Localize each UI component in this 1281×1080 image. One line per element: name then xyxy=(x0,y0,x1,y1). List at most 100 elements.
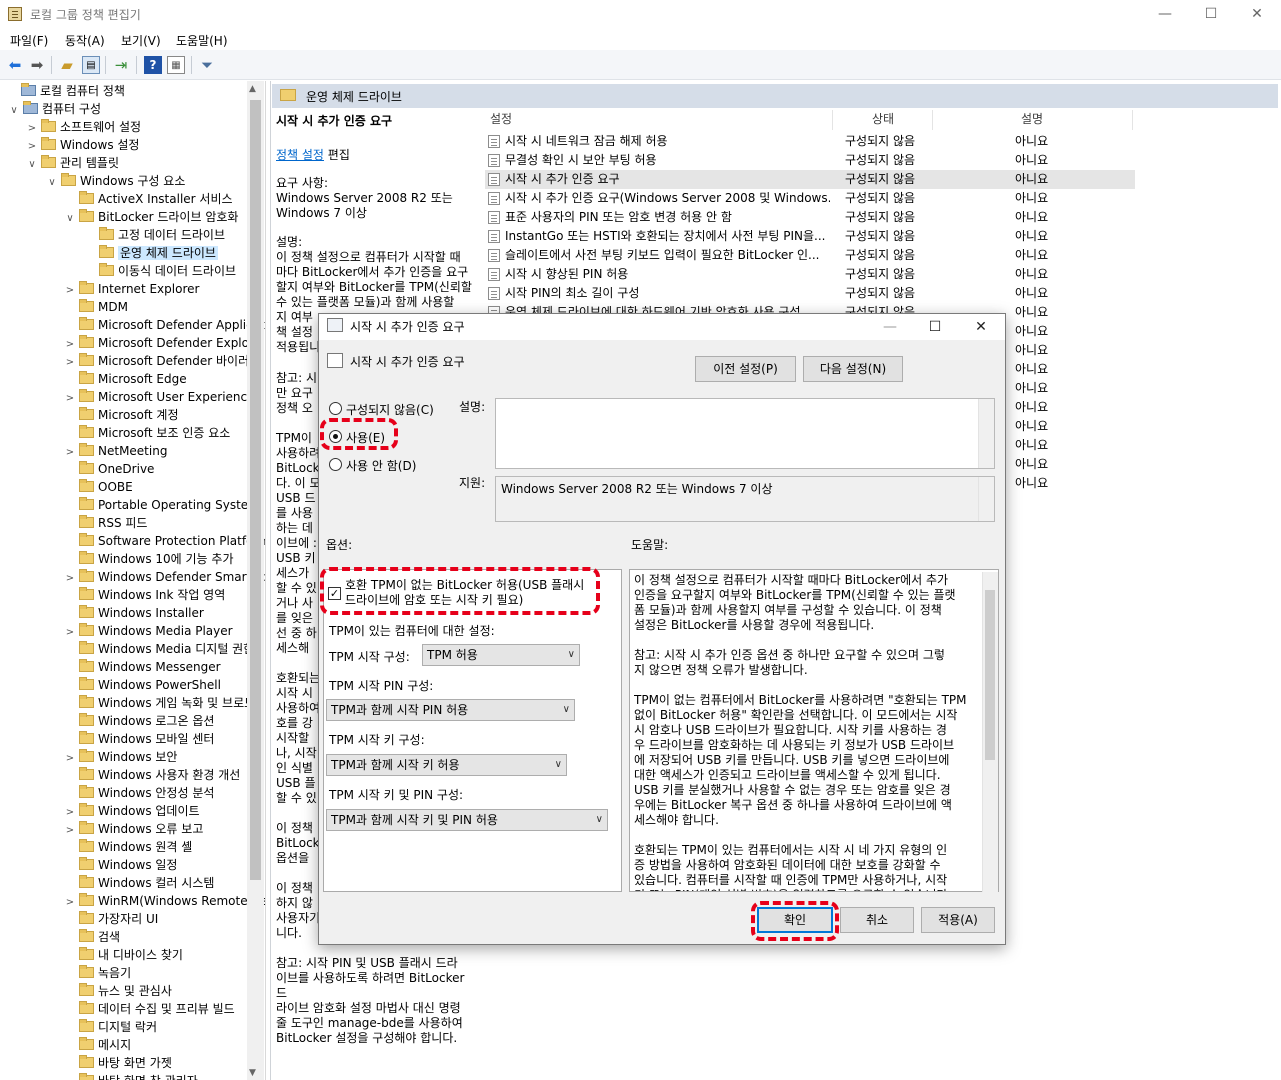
comment-field[interactable] xyxy=(495,398,995,469)
menu-action[interactable]: 동작(A) xyxy=(65,32,105,49)
tpm-pin-dropdown[interactable]: TPM과 함께 시작 PIN 허용 ∨ xyxy=(326,699,575,721)
tree-node[interactable]: 데이터 수집 및 프리뷰 빌드 xyxy=(64,1000,235,1018)
tree-node[interactable]: 고정 데이터 드라이브 xyxy=(84,226,225,244)
tree-node[interactable]: Windows Messenger xyxy=(64,658,221,676)
tree-node[interactable]: RSS 피드 xyxy=(64,514,147,532)
tree-node[interactable]: Microsoft 계정 xyxy=(64,406,179,424)
supported-on-scrollbar[interactable] xyxy=(978,477,994,521)
dialog-minimize-button[interactable]: — xyxy=(868,314,912,340)
tree-node[interactable]: 바탕 화면 가젯 xyxy=(64,1054,172,1072)
forward-arrow-icon[interactable]: ➡ xyxy=(28,56,46,74)
tree-node[interactable]: Microsoft Defender Application xyxy=(64,316,265,334)
tree-node[interactable]: Windows 컬러 시스템 xyxy=(64,874,214,892)
tree-scroll-thumb[interactable] xyxy=(250,100,261,880)
tree-node[interactable]: OOBE xyxy=(64,478,133,496)
tree-node[interactable]: Windows 모바일 센터 xyxy=(64,730,214,748)
tree-node[interactable]: > Microsoft Defender 바이러 xyxy=(64,352,249,370)
tpm-key-dropdown[interactable]: TPM과 함께 시작 키 허용 ∨ xyxy=(326,754,567,776)
cancel-button[interactable]: 취소 xyxy=(840,907,914,933)
tree-scroll-down-icon[interactable]: ▼ xyxy=(249,1068,256,1078)
collapse-chevron-icon[interactable]: ∨ xyxy=(8,102,20,120)
tree-node[interactable]: MDM xyxy=(64,298,128,316)
back-arrow-icon[interactable]: ⬅ xyxy=(6,56,24,74)
tree-node[interactable]: > Windows Media Player xyxy=(64,622,233,640)
next-setting-button[interactable]: 다음 설정(N) xyxy=(803,356,903,382)
column-header-comment[interactable]: 설명 xyxy=(1021,108,1043,132)
tpm-key-pin-dropdown[interactable]: TPM과 함께 시작 키 및 PIN 허용 ∨ xyxy=(326,809,608,831)
ok-button[interactable]: 확인 xyxy=(757,907,833,933)
tree-node[interactable]: Windows Media 디지털 권한 xyxy=(64,640,254,658)
column-separator[interactable] xyxy=(1132,110,1133,130)
export-list-icon[interactable]: ⇥ xyxy=(112,56,130,74)
tree-node[interactable]: 검색 xyxy=(64,928,120,946)
tree-node[interactable]: Windows 일정 xyxy=(64,856,177,874)
tree-node[interactable]: 바탕 화면 창 관리자 xyxy=(64,1072,198,1080)
tree-node[interactable]: Windows 사용자 환경 개선 xyxy=(64,766,240,784)
tree-node[interactable]: Windows 10에 기능 추가 xyxy=(64,550,233,568)
column-separator[interactable] xyxy=(832,110,833,130)
column-header-setting[interactable]: 설정 xyxy=(490,108,512,132)
tree-node[interactable]: Windows 안정성 분석 xyxy=(64,784,214,802)
radio-disabled-label[interactable]: 사용 안 함(D) xyxy=(346,457,416,474)
tree-node[interactable]: > NetMeeting xyxy=(64,442,167,460)
tree-node[interactable]: Microsoft Edge xyxy=(64,370,187,388)
menu-file[interactable]: 파일(F) xyxy=(10,32,48,49)
tree-node[interactable]: Microsoft 보조 인증 요소 xyxy=(64,424,230,442)
table-row[interactable]: 시작 시 네트워크 잠금 해제 허용 구성되지 않음 아니요 xyxy=(485,132,1135,151)
tree-node[interactable]: > 소프트웨어 설정 xyxy=(26,118,141,136)
tree-scroll-up-icon[interactable]: ▲ xyxy=(249,84,256,94)
table-row[interactable]: 무결성 확인 시 보안 부팅 허용 구성되지 않음 아니요 xyxy=(485,151,1135,170)
tree-node[interactable]: 디지털 락커 xyxy=(64,1018,157,1036)
comment-scrollbar[interactable] xyxy=(978,399,994,468)
tree-node[interactable]: >Windows Defender SmartScreen xyxy=(64,568,265,586)
filter-icon[interactable]: ⏷ xyxy=(198,56,216,74)
tree-node[interactable]: Windows 원격 셸 xyxy=(64,838,192,856)
table-row[interactable]: 시작 시 추가 인증 요구 구성되지 않음 아니요 xyxy=(485,170,1135,189)
tree-node[interactable]: > Microsoft User Experience xyxy=(64,388,255,406)
tree-node[interactable]: > Windows 오류 보고 xyxy=(64,820,203,838)
collapse-chevron-icon[interactable]: ∨ xyxy=(46,174,58,192)
tree-node[interactable]: Windows PowerShell xyxy=(64,676,221,694)
maximize-button[interactable]: ☐ xyxy=(1188,0,1234,28)
table-row[interactable]: InstantGo 또는 HSTI와 호환되는 장치에서 사전 부팅 PIN을.… xyxy=(485,227,1135,246)
column-header-state[interactable]: 상태 xyxy=(872,108,894,132)
tree-node[interactable]: Windows Installer xyxy=(64,604,204,622)
radio-disabled[interactable] xyxy=(329,458,342,471)
tree-node[interactable]: Portable Operating System xyxy=(64,496,260,514)
tree-node[interactable]: Software Protection Platform xyxy=(64,532,265,550)
tree-node[interactable]: ∨ BitLocker 드라이브 암호화 xyxy=(64,208,238,226)
tpm-startup-dropdown[interactable]: TPM 허용 ∨ xyxy=(422,644,580,666)
minimize-button[interactable]: — xyxy=(1142,0,1188,28)
collapse-chevron-icon[interactable]: ∨ xyxy=(64,210,76,228)
radio-not-configured-label[interactable]: 구성되지 않음(C) xyxy=(346,401,434,418)
tree-node[interactable]: Windows 로그온 옵션 xyxy=(64,712,214,730)
table-row[interactable]: 시작 PIN의 최소 길이 구성 구성되지 않음 아니요 xyxy=(485,284,1135,303)
tree-node[interactable]: 내 디바이스 찾기 xyxy=(64,946,183,964)
tree-node[interactable]: 운영 체제 드라이브 xyxy=(84,244,218,262)
allow-bitlocker-without-tpm-label[interactable]: 호환 TPM이 없는 BitLocker 허용(USB 플래시 드라이브에 암호 … xyxy=(345,578,600,608)
table-row[interactable]: 슬레이트에서 사전 부팅 키보드 입력이 필요한 BitLocker 인... 구… xyxy=(485,246,1135,265)
help-icon[interactable]: ? xyxy=(144,56,162,74)
tree-node[interactable]: >WinRM(Windows Remote Management) xyxy=(64,892,265,910)
tree-node[interactable]: > Windows 보안 xyxy=(64,748,177,766)
close-button[interactable]: ✕ xyxy=(1234,0,1280,28)
show-hide-tree-icon[interactable]: ▤ xyxy=(82,56,100,74)
radio-enabled-label[interactable]: 사용(E) xyxy=(346,429,385,446)
edit-policy-link[interactable]: 정책 설정 xyxy=(276,148,324,162)
tree-node[interactable]: ∨ Windows 구성 요소 xyxy=(46,172,185,190)
up-folder-icon[interactable]: ▰ xyxy=(58,56,76,74)
tree-node[interactable]: 메시지 xyxy=(64,1036,131,1054)
tree-node[interactable]: 가장자리 UI xyxy=(64,910,158,928)
help-scroll-thumb[interactable] xyxy=(985,590,995,760)
tree-node[interactable]: 뉴스 및 관심사 xyxy=(64,982,172,1000)
tree-node[interactable]: 로컬 컴퓨터 정책 xyxy=(6,82,125,100)
dialog-maximize-button[interactable]: ☐ xyxy=(913,314,957,340)
tree-node[interactable]: ∨ 컴퓨터 구성 xyxy=(8,100,101,118)
previous-setting-button[interactable]: 이전 설정(P) xyxy=(695,356,796,382)
dialog-close-button[interactable]: ✕ xyxy=(959,314,1003,340)
tree-node[interactable]: > Windows 업데이트 xyxy=(64,802,200,820)
tree-node[interactable]: 녹음기 xyxy=(64,964,131,982)
table-row[interactable]: 시작 시 향상된 PIN 허용 구성되지 않음 아니요 xyxy=(485,265,1135,284)
tree-node[interactable]: Windows 게임 녹화 및 브로드 xyxy=(64,694,255,712)
tree-node[interactable]: ActiveX Installer 서비스 xyxy=(64,190,233,208)
